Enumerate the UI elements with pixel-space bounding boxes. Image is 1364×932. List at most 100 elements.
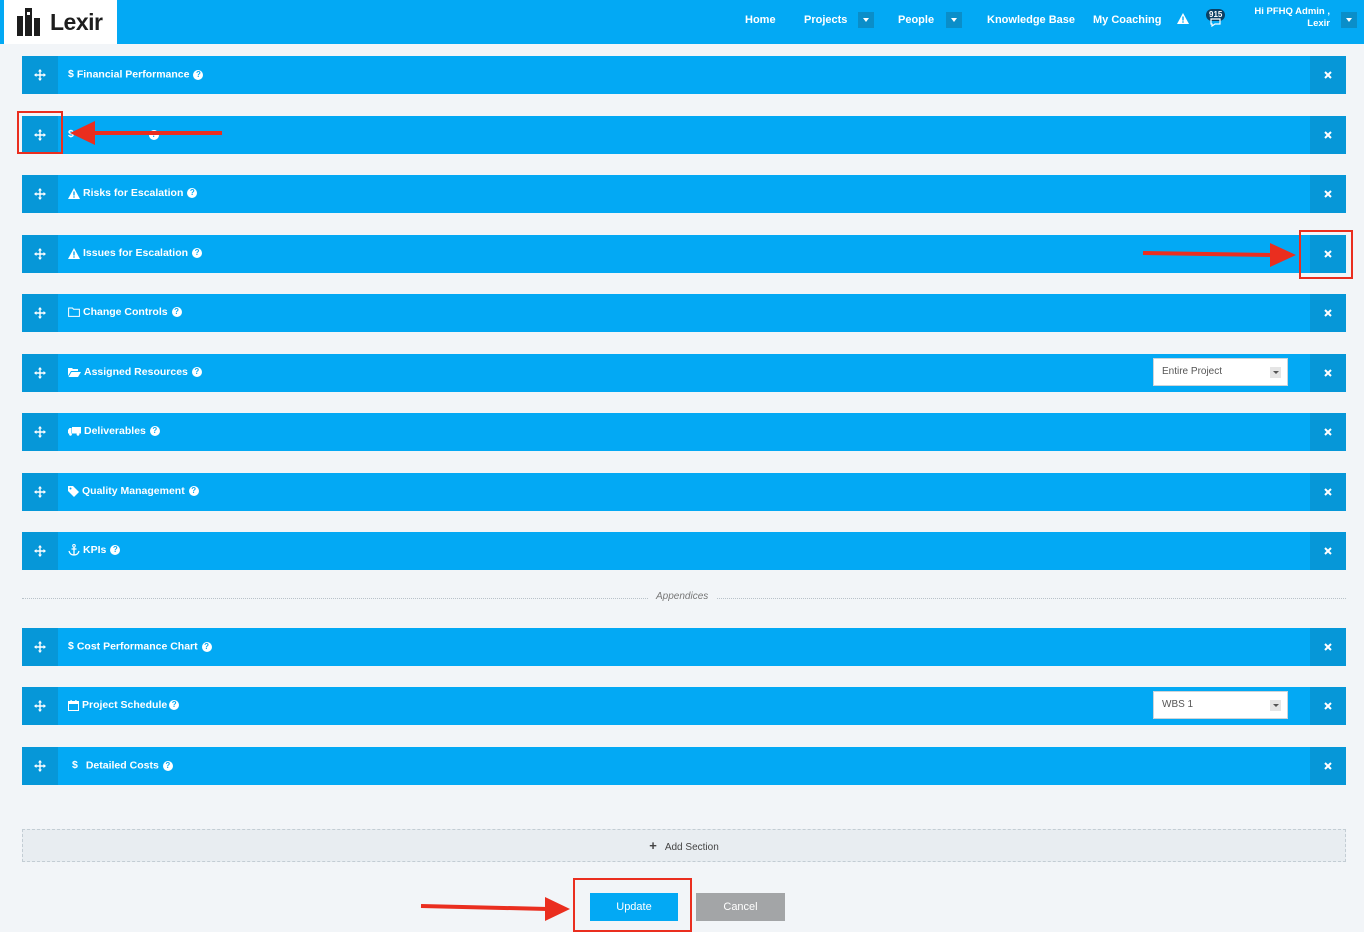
section-title: KPIs — [83, 544, 107, 556]
drag-handle-icon[interactable] — [22, 294, 58, 332]
drag-handle-icon[interactable] — [22, 354, 58, 392]
appendix-row: $ Detailed Costs? — [22, 747, 1346, 785]
drag-handle-icon[interactable] — [22, 235, 58, 273]
chevron-down-icon — [1270, 700, 1281, 711]
logo[interactable]: Lexir — [4, 0, 117, 44]
remove-section-button[interactable] — [1310, 294, 1346, 332]
people-dropdown-caret[interactable] — [946, 12, 962, 28]
anchor-icon — [68, 544, 80, 556]
remove-section-button[interactable] — [1310, 747, 1346, 785]
truck-icon — [68, 427, 81, 436]
drag-handle-icon[interactable] — [22, 687, 58, 725]
drag-handle-icon[interactable] — [22, 747, 58, 785]
remove-section-button[interactable] — [1310, 532, 1346, 570]
remove-section-button[interactable] — [1310, 354, 1346, 392]
section-row: Change Controls? — [22, 294, 1346, 332]
dollar-icon: $ — [68, 128, 74, 140]
user-menu[interactable]: Hi PFHQ Admin , Lexir — [1254, 6, 1330, 30]
scope-select-value: Entire Project — [1162, 366, 1223, 377]
user-greeting: Hi PFHQ Admin , — [1254, 6, 1330, 17]
top-navbar: Lexir Home Projects People Knowledge Bas… — [0, 0, 1364, 44]
drag-handle-icon[interactable] — [22, 413, 58, 451]
cancel-button[interactable]: Cancel — [696, 893, 785, 921]
section-row: $? — [22, 116, 1346, 154]
building-logo-icon — [17, 8, 40, 36]
remove-section-button[interactable] — [1310, 413, 1346, 451]
projects-dropdown-caret[interactable] — [858, 12, 874, 28]
section-row: KPIs? — [22, 532, 1346, 570]
help-icon[interactable]: ? — [162, 760, 173, 771]
add-section-button[interactable]: + Add Section — [22, 829, 1346, 862]
nav-knowledge-base[interactable]: Knowledge Base — [987, 0, 1075, 44]
user-dropdown-caret[interactable] — [1341, 12, 1357, 28]
dollar-icon: $ — [68, 640, 74, 652]
user-org: Lexir — [1307, 18, 1330, 29]
wbs-select-value: WBS 1 — [1162, 699, 1194, 710]
drag-handle-icon[interactable] — [22, 175, 58, 213]
help-icon[interactable]: ? — [169, 700, 180, 711]
section-title: Quality Management — [82, 485, 185, 497]
remove-section-button[interactable] — [1310, 175, 1346, 213]
nav-projects[interactable]: Projects — [804, 0, 847, 44]
help-icon[interactable]: ? — [193, 69, 204, 80]
section-title: Deliverables — [84, 425, 146, 437]
nav-home[interactable]: Home — [745, 0, 776, 44]
section-row: Deliverables? — [22, 413, 1346, 451]
logo-text: Lexir — [50, 9, 103, 35]
remove-section-button[interactable] — [1310, 687, 1346, 725]
remove-section-button[interactable] — [1310, 116, 1346, 154]
help-icon[interactable]: ? — [110, 545, 121, 556]
folder-icon — [68, 307, 80, 318]
section-row: Risks for Escalation? — [22, 175, 1346, 213]
help-icon[interactable]: ? — [148, 129, 159, 140]
appendices-label: Appendices — [648, 591, 717, 602]
tag-icon — [68, 485, 79, 497]
help-icon[interactable]: ? — [188, 486, 199, 497]
plus-icon: + — [649, 838, 657, 853]
section-title: Cost Performance Chart — [76, 640, 198, 653]
section-row: $ Financial Performance? — [22, 56, 1346, 94]
help-icon[interactable]: ? — [149, 426, 160, 437]
dollar-icon: $ — [72, 759, 78, 771]
chevron-down-icon — [1270, 367, 1281, 378]
section-row: Quality Management? — [22, 473, 1346, 511]
section-title: Change Controls — [83, 306, 168, 318]
calendar-icon — [68, 699, 79, 711]
section-title: Issues for Escalation — [83, 247, 189, 259]
remove-section-button[interactable] — [1310, 56, 1346, 94]
appendix-row: Project Schedule? WBS 1 — [22, 687, 1346, 725]
help-icon[interactable]: ? — [191, 367, 202, 378]
help-icon[interactable]: ? — [187, 188, 198, 199]
nav-my-coaching[interactable]: My Coaching — [1093, 0, 1161, 44]
section-title: Assigned Resources — [84, 366, 188, 378]
help-icon[interactable]: ? — [171, 307, 182, 318]
section-row: Assigned Resources? Entire Project — [22, 354, 1346, 392]
annotation-highlight-box — [17, 111, 63, 154]
wbs-select[interactable]: WBS 1 — [1153, 691, 1288, 719]
annotation-highlight-box — [573, 878, 692, 932]
section-title: Detailed Costs — [85, 759, 159, 772]
section-row: Issues for Escalation? — [22, 235, 1346, 273]
section-title: Risks for Escalation — [83, 187, 184, 199]
warning-icon — [68, 187, 80, 199]
add-section-label: Add Section — [664, 842, 719, 853]
drag-handle-icon[interactable] — [22, 56, 58, 94]
drag-handle-icon[interactable] — [22, 532, 58, 570]
warning-icon[interactable] — [1177, 13, 1189, 24]
appendix-row: $ Cost Performance Chart? — [22, 628, 1346, 666]
drag-handle-icon[interactable] — [22, 473, 58, 511]
annotation-highlight-box — [1299, 230, 1353, 279]
remove-section-button[interactable] — [1310, 473, 1346, 511]
help-icon[interactable]: ? — [192, 248, 203, 259]
section-title: Project Schedule — [82, 699, 168, 711]
help-icon[interactable]: ? — [201, 641, 212, 652]
dollar-icon: $ — [68, 68, 74, 80]
remove-section-button[interactable] — [1310, 628, 1346, 666]
section-title: Financial Performance — [76, 68, 190, 81]
folder-open-icon — [68, 368, 81, 378]
warning-icon — [68, 247, 80, 259]
drag-handle-icon[interactable] — [22, 628, 58, 666]
chat-icon[interactable] — [1210, 18, 1221, 27]
scope-select[interactable]: Entire Project — [1153, 358, 1288, 386]
nav-people[interactable]: People — [898, 0, 934, 44]
